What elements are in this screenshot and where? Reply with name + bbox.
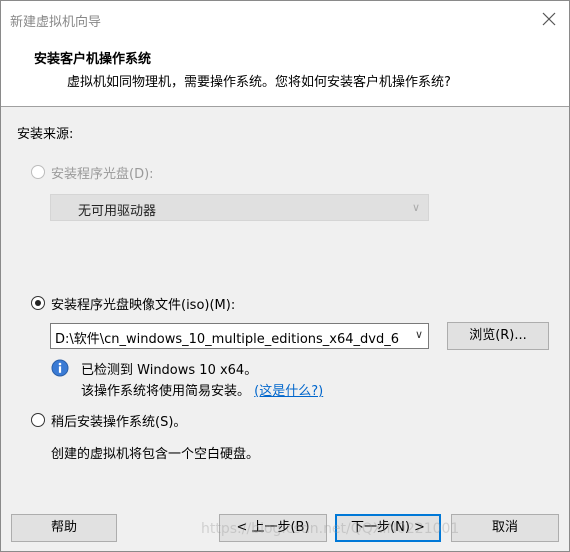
later-option-label: 稍后安装操作系统(S)。	[51, 415, 187, 430]
wizard-window: 新建虚拟机向导 安装客户机操作系统 虚拟机如同物理机，需要操作系统。您将如何安装…	[0, 0, 570, 552]
cancel-button[interactable]: 取消	[451, 514, 559, 542]
wizard-header: 安装客户机操作系统 虚拟机如同物理机，需要操作系统。您将如何安装客户机操作系统?	[1, 38, 569, 107]
install-source-label: 安装来源:	[17, 127, 74, 142]
os-detected-text: 已检测到 Windows 10 x64。	[81, 363, 258, 378]
iso-radio[interactable]	[31, 296, 45, 310]
next-button[interactable]: 下一步(N) >	[335, 514, 441, 542]
iso-path-value: D:\软件\cn_windows_10_multiple_editions_x6…	[55, 332, 399, 347]
chevron-down-icon: ∨	[411, 201, 420, 214]
easy-install-line: 该操作系统将使用简易安装。 (这是什么?)	[81, 380, 323, 399]
chevron-down-icon[interactable]: ∨	[415, 328, 423, 341]
easy-install-text: 该操作系统将使用简易安装。	[81, 384, 251, 399]
page-subtitle: 虚拟机如同物理机，需要操作系统。您将如何安装客户机操作系统?	[67, 75, 451, 90]
what-is-this-link[interactable]: (这是什么?)	[254, 384, 323, 399]
window-title: 新建虚拟机向导	[10, 15, 102, 30]
iso-path-combo[interactable]: D:\软件\cn_windows_10_multiple_editions_x6…	[50, 323, 429, 349]
disc-radio[interactable]	[31, 165, 45, 179]
back-button[interactable]: < 上一步(B)	[219, 514, 327, 542]
page-title: 安装客户机操作系统	[34, 52, 152, 67]
blank-disk-note: 创建的虚拟机将包含一个空白硬盘。	[51, 447, 260, 462]
help-button[interactable]: 帮助	[11, 514, 117, 542]
iso-option-label: 安装程序光盘映像文件(iso)(M):	[51, 298, 236, 313]
browse-button[interactable]: 浏览(R)...	[447, 322, 549, 350]
later-radio[interactable]	[31, 413, 45, 427]
drive-select-value: 无可用驱动器	[78, 204, 157, 219]
close-icon	[542, 12, 556, 26]
disc-option-label: 安装程序光盘(D):	[51, 167, 154, 182]
info-icon	[51, 359, 69, 377]
close-button[interactable]	[539, 9, 559, 29]
drive-select[interactable]: 无可用驱动器 ∨	[50, 194, 429, 221]
title-bar: 新建虚拟机向导	[1, 1, 569, 38]
